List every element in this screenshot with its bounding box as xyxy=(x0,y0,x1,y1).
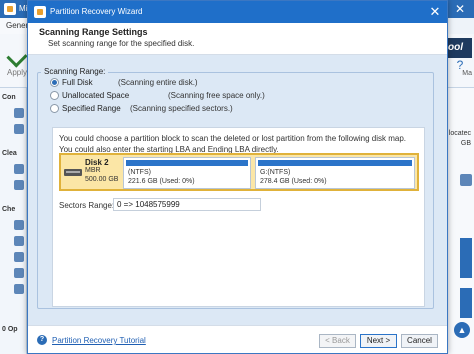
brand-logo: ool xyxy=(446,38,472,58)
operation-icon[interactable] xyxy=(14,252,24,262)
radio-full-disk[interactable] xyxy=(50,78,59,87)
scanning-range-label: Scanning Range: xyxy=(41,67,109,76)
left-section-check: Che xyxy=(2,206,16,213)
unallocated-size: GB xyxy=(460,140,471,147)
dialog-title: Partition Recovery Wizard xyxy=(50,7,143,16)
disk-map-panel: You could choose a partition block to sc… xyxy=(52,127,425,307)
partition-name: G:(NTFS) xyxy=(260,169,291,176)
partition-recovery-dialog: Partition Recovery Wizard ✕ Scanning Ran… xyxy=(27,0,448,354)
option-label: Full Disk xyxy=(62,78,93,87)
partition-usage: 221.6 GB (Used: 0%) xyxy=(128,178,195,185)
disk-bar[interactable] xyxy=(460,238,472,278)
operation-icon[interactable] xyxy=(14,268,24,278)
operation-icon[interactable] xyxy=(14,220,24,230)
help-icon: ? xyxy=(37,335,47,345)
partition-usage-bar xyxy=(258,160,412,166)
radio-unallocated-space[interactable] xyxy=(50,91,59,100)
dialog-close-icon[interactable]: ✕ xyxy=(427,4,443,20)
option-label: Unallocated Space xyxy=(62,91,130,100)
pending-operations: 0 Op xyxy=(2,326,18,333)
manual-button[interactable]: Ma xyxy=(462,70,472,77)
background-close-icon[interactable]: ✕ xyxy=(448,0,472,18)
disk-size: 500.00 GB xyxy=(85,176,119,183)
dialog-body: Scanning Range: Full Disk (Scanning enti… xyxy=(28,55,447,325)
radio-specified-range[interactable] xyxy=(50,104,59,113)
partition-name: (NTFS) xyxy=(128,169,151,176)
partition-block[interactable]: (NTFS) 221.6 GB (Used: 0%) xyxy=(123,157,251,189)
disk-summary[interactable]: Disk 2 MBR 500.00 GB xyxy=(61,155,123,189)
sectors-range-label: Sectors Range: xyxy=(59,201,115,210)
dialog-footer: ? Partition Recovery Tutorial < Back Nex… xyxy=(28,325,447,353)
sectors-range-field[interactable] xyxy=(113,198,261,211)
partition-usage-bar xyxy=(126,160,248,166)
cancel-button[interactable]: Cancel xyxy=(401,334,438,348)
disk-name: Disk 2 xyxy=(85,158,109,167)
partition-usage: 278.4 GB (Used: 0%) xyxy=(260,178,327,185)
operation-icon[interactable] xyxy=(14,180,24,190)
option-description: (Scanning specified sectors.) xyxy=(130,104,233,113)
tutorial-link[interactable]: Partition Recovery Tutorial xyxy=(52,336,146,345)
partition-block[interactable]: G:(NTFS) 278.4 GB (Used: 0%) xyxy=(255,157,415,189)
disk-type: MBR xyxy=(85,167,101,174)
partition-icon[interactable] xyxy=(460,174,472,186)
option-description: (Scanning entire disk.) xyxy=(118,78,198,87)
page-subtitle: Set scanning range for the specified dis… xyxy=(48,39,195,48)
app-logo-icon xyxy=(34,6,46,18)
operation-icon[interactable] xyxy=(14,124,24,134)
back-button[interactable]: < Back xyxy=(319,334,356,348)
next-button[interactable]: Next > xyxy=(360,334,397,348)
hard-disk-icon xyxy=(64,169,82,176)
background-left-panel: Con Clea Che 0 Op xyxy=(0,88,27,354)
apply-button[interactable]: Apply xyxy=(7,68,27,77)
operation-icon[interactable] xyxy=(14,236,24,246)
unallocated-label: locatec xyxy=(448,130,471,137)
page-title: Scanning Range Settings xyxy=(39,27,148,37)
app-logo-icon xyxy=(4,3,16,15)
dialog-titlebar: Partition Recovery Wizard ✕ xyxy=(28,1,447,23)
operation-icon[interactable] xyxy=(14,108,24,118)
option-description: (Scanning free space only.) xyxy=(168,91,265,100)
disk-map-row[interactable]: Disk 2 MBR 500.00 GB (NTFS) 221.6 GB (Us… xyxy=(59,153,419,191)
operation-icon[interactable] xyxy=(14,284,24,294)
left-section-convert: Con xyxy=(2,94,16,101)
background-right-panel: locatec GB xyxy=(444,88,474,354)
left-section-clean: Clea xyxy=(2,150,17,157)
option-label: Specified Range xyxy=(62,104,121,113)
instructions-text: You could choose a partition block to sc… xyxy=(59,134,407,154)
disk-bar[interactable] xyxy=(460,288,472,318)
operation-icon[interactable] xyxy=(14,164,24,174)
scroll-up-icon[interactable]: ▲ xyxy=(454,322,470,338)
dialog-header: Scanning Range Settings Set scanning ran… xyxy=(28,23,447,55)
